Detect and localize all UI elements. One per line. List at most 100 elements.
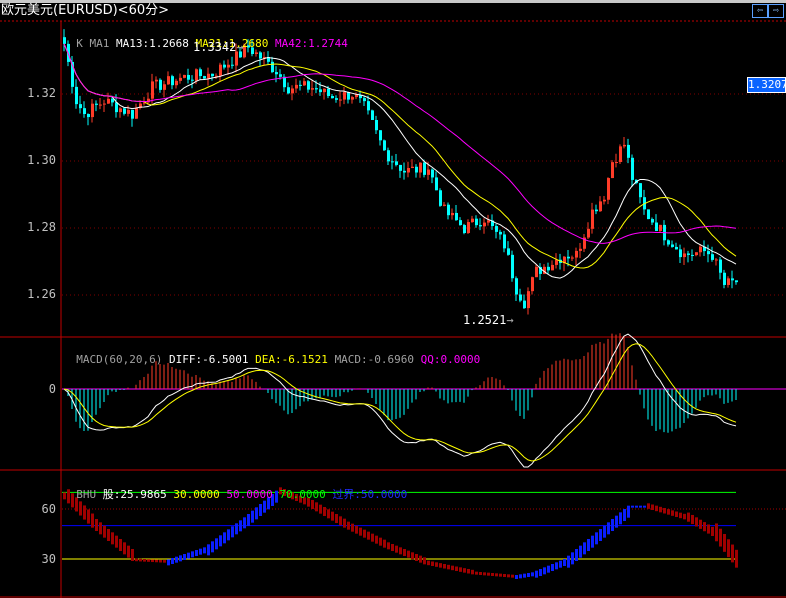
bhu-legend: BHU 股:25.9865 30.0000 50.0000 70.0000 过界… xyxy=(63,475,407,501)
macd-legend: MACD(60,20,6) DIFF:-6.5001 DEA:-6.1521 M… xyxy=(63,340,480,366)
candle-body xyxy=(299,84,302,86)
candle-body xyxy=(615,162,618,164)
bhu-bar xyxy=(171,558,174,565)
bhu-bar xyxy=(239,520,242,532)
legend-ma1: MA1 xyxy=(89,37,110,50)
bhu-bar xyxy=(559,560,562,568)
bhu-bar xyxy=(611,519,614,532)
candle-body xyxy=(319,89,322,93)
candle-body xyxy=(687,253,690,255)
bhu-bar xyxy=(243,517,246,529)
candle-body xyxy=(659,224,662,231)
candle-body xyxy=(531,277,534,292)
bhu-bar xyxy=(459,567,462,572)
bhu-bar xyxy=(111,532,114,545)
candle-body xyxy=(99,104,102,106)
candle-body xyxy=(399,164,402,171)
chart-canvas xyxy=(0,20,786,598)
candle-body xyxy=(619,146,622,163)
candle-body xyxy=(375,119,378,131)
candle-body xyxy=(551,264,554,271)
bhu-bar xyxy=(367,531,370,540)
candle-body xyxy=(603,199,606,202)
bhu-bar xyxy=(623,509,626,522)
bhu-bar xyxy=(531,572,534,577)
candle-body xyxy=(183,74,186,78)
bhu-bar xyxy=(87,509,90,524)
candle-body xyxy=(179,77,182,81)
candle-body xyxy=(479,225,482,227)
candle-body xyxy=(195,69,198,81)
candle-body xyxy=(223,64,226,68)
bhu-bar xyxy=(335,513,338,523)
high-marker: 1.3342→ xyxy=(193,40,244,54)
candle-body xyxy=(163,84,166,90)
legend-ma13: MA13:1.2668 xyxy=(116,37,189,50)
bhu-bar xyxy=(447,564,450,570)
candle-body xyxy=(323,88,326,93)
legend-macd-name: MACD(60,20,6) xyxy=(76,353,163,366)
bhu-bar xyxy=(431,561,434,566)
bhu-bar xyxy=(131,548,134,561)
bhu-bar xyxy=(419,555,422,563)
bhu-bar xyxy=(355,525,358,534)
bhu-bar xyxy=(383,539,386,548)
bhu-bar xyxy=(255,507,258,520)
candle-body xyxy=(731,278,734,281)
bhu-bar xyxy=(115,535,118,548)
low-marker: 1.2521→ xyxy=(463,313,514,327)
candle-body xyxy=(151,81,154,99)
candle-body xyxy=(471,218,474,223)
bhu-bar xyxy=(679,512,682,519)
bhu-bar xyxy=(563,559,566,567)
candle-body xyxy=(519,294,522,301)
bhu-bar xyxy=(423,557,426,565)
bhu-bar xyxy=(183,554,186,561)
bhu-bar xyxy=(219,535,222,547)
bhu-bar xyxy=(735,549,738,568)
candle-body xyxy=(275,72,278,75)
bhu-bar xyxy=(519,574,522,579)
candle-body xyxy=(351,97,354,100)
bhu-bar xyxy=(395,545,398,553)
bhu-bar xyxy=(407,550,410,558)
bhu-bar xyxy=(703,522,706,532)
candle-body xyxy=(483,222,486,227)
candle-body xyxy=(259,52,262,59)
bhu-bar xyxy=(491,572,494,576)
bhu-bar xyxy=(403,548,406,556)
candle-body xyxy=(683,253,686,258)
candle-body xyxy=(695,252,698,256)
bhu-bar xyxy=(527,573,530,578)
candle-body xyxy=(463,225,466,234)
bhu-bar xyxy=(379,537,382,546)
legend-70: 70.0000 xyxy=(279,488,326,501)
bhu-bar xyxy=(159,559,162,563)
candle-body xyxy=(155,79,158,82)
candle-body xyxy=(407,168,410,173)
bhu-bar xyxy=(651,504,654,510)
low-marker-value: 1.2521 xyxy=(463,313,507,327)
legend-30: 30.0000 xyxy=(173,488,220,501)
bhu-bar xyxy=(615,515,618,528)
bhu-bar xyxy=(147,559,150,562)
candle-body xyxy=(123,108,126,114)
candle-body xyxy=(535,266,538,278)
bhu-bar xyxy=(323,506,326,516)
candle-body xyxy=(487,220,490,223)
candle-body xyxy=(431,169,434,178)
bhu-bar xyxy=(631,505,634,508)
bhu-bar xyxy=(663,507,666,514)
bhu-bar xyxy=(191,551,194,558)
bhu-bar xyxy=(483,572,486,576)
bhu-bar xyxy=(571,552,574,565)
bhu-bar xyxy=(507,574,510,578)
bhu-bar xyxy=(99,522,102,535)
candle-body xyxy=(447,204,450,216)
bhu-bar xyxy=(247,514,250,527)
bhu-bar xyxy=(555,562,558,570)
bhu-bar xyxy=(319,504,322,514)
candle-body xyxy=(187,74,190,80)
bhu-bar xyxy=(155,559,158,563)
candle-body xyxy=(515,278,518,295)
